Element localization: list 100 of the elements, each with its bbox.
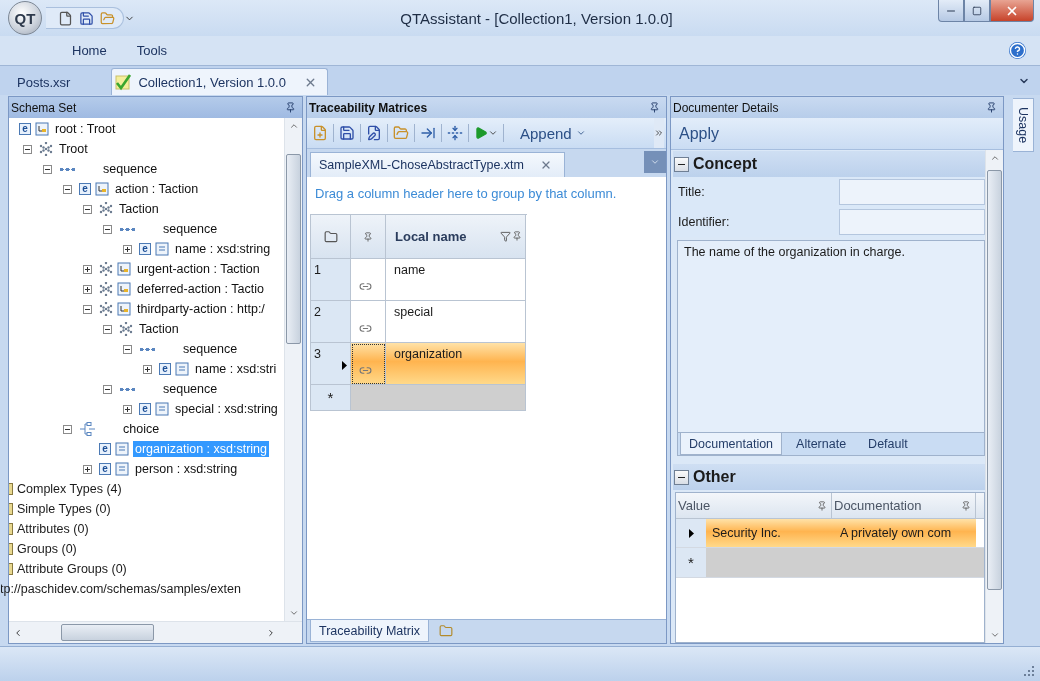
collapse-toggle[interactable] <box>63 424 72 434</box>
collapse-toggle[interactable] <box>23 144 32 154</box>
column-header[interactable]: Value <box>676 493 832 518</box>
tree-node-label[interactable]: thirdparty-action : http:/ <box>135 301 267 317</box>
new-file-icon[interactable] <box>58 10 73 26</box>
apply-button[interactable]: Apply <box>679 124 720 143</box>
tree-node-label[interactable]: Attribute Groups (0) <box>17 562 127 576</box>
tree-node-label[interactable]: urgent-action : Taction <box>135 261 262 277</box>
ribbon-tab[interactable]: Tools <box>136 41 168 60</box>
tree-node-label[interactable]: person : xsd:string <box>133 461 240 477</box>
table-cell[interactable]: name <box>386 259 526 301</box>
tree-node-label[interactable]: Taction <box>117 201 161 217</box>
table-cell[interactable]: organization <box>386 343 526 385</box>
matrix-document-tab[interactable]: SampleXML-ChoseAbstractType.xtm <box>310 152 565 177</box>
collapse-toggle[interactable] <box>103 324 112 334</box>
pin-icon[interactable] <box>512 231 522 241</box>
tree-node-label[interactable]: Attributes (0) <box>17 522 89 536</box>
documentation-text[interactable]: The name of the organization in charge. <box>678 241 984 432</box>
collapse-button[interactable] <box>674 156 689 172</box>
document-tab[interactable]: Collection1, Version 1.0.0 <box>111 68 328 95</box>
column-header[interactable]: Documentation <box>832 493 976 518</box>
app-logo[interactable]: QT <box>8 1 42 35</box>
documentation-tab[interactable]: Alternate <box>788 433 855 455</box>
table-cell[interactable]: A privately own com <box>836 519 976 547</box>
append-button[interactable]: Append <box>514 123 592 143</box>
tree-node-label[interactable]: name : xsd:string <box>173 241 273 257</box>
filter-icon[interactable] <box>500 231 511 242</box>
pin-icon[interactable] <box>363 231 373 242</box>
collapse-toggle[interactable] <box>123 344 132 354</box>
type-icon <box>95 182 109 196</box>
column-header[interactable]: Local name <box>389 229 467 244</box>
tree-node-label[interactable]: Complex Types (4) <box>17 482 122 496</box>
save-icon[interactable] <box>338 124 356 142</box>
document-tab[interactable]: Posts.xsr <box>8 68 82 95</box>
open-folder-icon[interactable] <box>392 124 410 142</box>
close-button[interactable] <box>990 0 1034 22</box>
input-field[interactable] <box>839 209 985 235</box>
tree-node-label[interactable]: Troot <box>57 141 90 157</box>
tree-node-label[interactable]: Groups (0) <box>17 542 77 556</box>
vertical-scrollbar[interactable] <box>284 118 302 621</box>
collapse-button[interactable] <box>674 469 689 485</box>
table-cell[interactable]: special <box>386 301 526 343</box>
pin-icon[interactable] <box>649 102 660 113</box>
table-cell[interactable]: Security Inc. <box>706 519 836 547</box>
pin-icon[interactable] <box>817 500 827 511</box>
section-title: Other <box>693 468 736 486</box>
tree-node-label[interactable]: choice <box>121 421 162 437</box>
tree-node-label[interactable]: sequence <box>161 381 220 397</box>
minimize-button[interactable] <box>938 0 964 22</box>
new-matrix-icon[interactable] <box>311 124 329 142</box>
tree-node-label[interactable]: Simple Types (0) <box>17 502 111 516</box>
expand-toggle[interactable] <box>83 464 92 474</box>
documentation-tab[interactable]: Default <box>860 433 916 455</box>
expand-toggle[interactable] <box>123 404 132 414</box>
column-chooser-icon[interactable] <box>323 229 338 244</box>
collapse-toggle[interactable] <box>83 204 92 214</box>
tree-node-label[interactable]: action : Taction <box>113 181 201 197</box>
collapse-toggle[interactable] <box>103 384 112 394</box>
collapse-toggle[interactable] <box>83 304 92 314</box>
tree-node-label[interactable]: sequence <box>181 341 240 357</box>
pin-icon[interactable] <box>986 102 997 113</box>
link-icon[interactable] <box>359 280 372 293</box>
documentation-tab[interactable]: Documentation <box>680 433 783 455</box>
tree-node-label[interactable]: name : xsd:stri <box>193 361 279 377</box>
link-icon[interactable] <box>359 322 372 335</box>
tree-node-label[interactable]: Taction <box>137 321 181 337</box>
element-icon: e <box>79 183 91 195</box>
overflow-icon[interactable] <box>654 118 664 148</box>
bottom-tab[interactable]: Traceability Matrix <box>310 620 429 642</box>
expand-toggle[interactable] <box>123 244 132 254</box>
pin-icon[interactable] <box>961 500 971 511</box>
expand-toggle[interactable] <box>83 284 92 294</box>
save-icon[interactable] <box>79 10 94 26</box>
list-icon <box>155 402 169 416</box>
pin-icon[interactable] <box>285 102 296 113</box>
expand-toggle[interactable] <box>143 364 152 374</box>
link-icon[interactable] <box>359 364 372 377</box>
resize-grip[interactable] <box>1024 666 1034 676</box>
scroll-right-icon[interactable] <box>266 627 276 638</box>
tree-node-label[interactable]: special : xsd:string <box>173 401 280 417</box>
open-folder-icon[interactable] <box>100 10 115 26</box>
help-icon[interactable] <box>1009 42 1026 59</box>
collapse-toggle[interactable] <box>103 224 112 234</box>
tree-node-label[interactable]: sequence <box>161 221 220 237</box>
vertical-scrollbar[interactable] <box>985 150 1003 643</box>
tree-node-label[interactable]: root : Troot <box>53 121 118 137</box>
expand-toggle[interactable] <box>83 264 92 274</box>
side-tab[interactable]: Usage <box>1012 98 1034 153</box>
fold-icon[interactable] <box>446 124 464 142</box>
horizontal-scrollbar[interactable] <box>9 621 302 643</box>
collapse-toggle[interactable] <box>43 164 52 174</box>
ribbon-tab[interactable]: Home <box>72 41 107 60</box>
collapse-toggle[interactable] <box>63 184 72 194</box>
tree-node-label[interactable]: sequence <box>101 161 160 177</box>
tree-node-label[interactable]: deferred-action : Tactio <box>135 281 266 297</box>
scroll-left-icon[interactable] <box>13 627 23 638</box>
run-icon[interactable] <box>473 125 499 141</box>
input-field[interactable] <box>839 179 985 205</box>
maximize-button[interactable] <box>964 0 990 22</box>
edit-icon[interactable] <box>365 124 383 142</box>
